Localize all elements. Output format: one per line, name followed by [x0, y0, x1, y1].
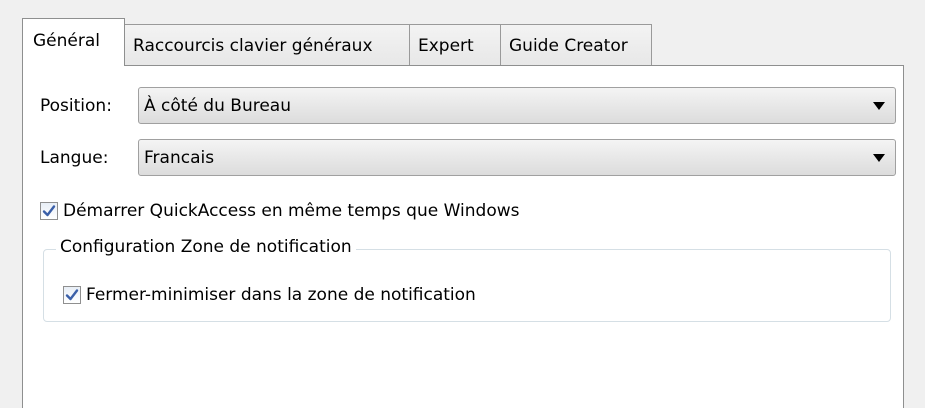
- chevron-down-icon: [873, 101, 885, 110]
- notification-groupbox: Configuration Zone de notification Ferme…: [43, 237, 891, 322]
- notification-group-title: Configuration Zone de notification: [56, 237, 356, 257]
- general-tab-panel: Position: À côté du Bureau Langue: Franc…: [22, 65, 904, 408]
- position-dropdown[interactable]: À côté du Bureau: [138, 87, 896, 124]
- position-value: À côté du Bureau: [144, 95, 291, 116]
- langue-dropdown[interactable]: Francais: [138, 139, 896, 176]
- minimize-checkbox[interactable]: [63, 286, 81, 304]
- tab-strip: Général Raccourcis clavier généraux Expe…: [22, 18, 652, 66]
- langue-row: Langue: Francais: [40, 139, 896, 176]
- tab-raccourcis-clavier[interactable]: Raccourcis clavier généraux: [124, 24, 410, 66]
- langue-value: Francais: [144, 147, 215, 168]
- tab-general[interactable]: Général: [22, 18, 125, 66]
- minimize-checkbox-label: Fermer-minimiser dans la zone de notific…: [86, 285, 476, 305]
- tab-expert[interactable]: Expert: [409, 24, 501, 66]
- tab-raccourcis-label: Raccourcis clavier généraux: [133, 35, 373, 56]
- checkmark-icon: [65, 289, 79, 301]
- startup-checkbox-row[interactable]: Démarrer QuickAccess en même temps que W…: [40, 201, 520, 221]
- checkmark-icon: [42, 205, 56, 217]
- startup-checkbox-label: Démarrer QuickAccess en même temps que W…: [63, 201, 520, 221]
- position-label: Position:: [40, 95, 112, 116]
- settings-window: Général Raccourcis clavier généraux Expe…: [0, 0, 925, 408]
- minimize-checkbox-row[interactable]: Fermer-minimiser dans la zone de notific…: [63, 285, 476, 305]
- startup-checkbox[interactable]: [40, 202, 58, 220]
- tab-general-label: Général: [33, 30, 100, 51]
- tab-guide-creator-label: Guide Creator: [509, 35, 628, 56]
- tab-guide-creator[interactable]: Guide Creator: [500, 24, 652, 66]
- langue-label: Langue:: [40, 147, 109, 168]
- tab-expert-label: Expert: [418, 35, 474, 56]
- chevron-down-icon: [873, 153, 885, 162]
- position-row: Position: À côté du Bureau: [40, 87, 896, 124]
